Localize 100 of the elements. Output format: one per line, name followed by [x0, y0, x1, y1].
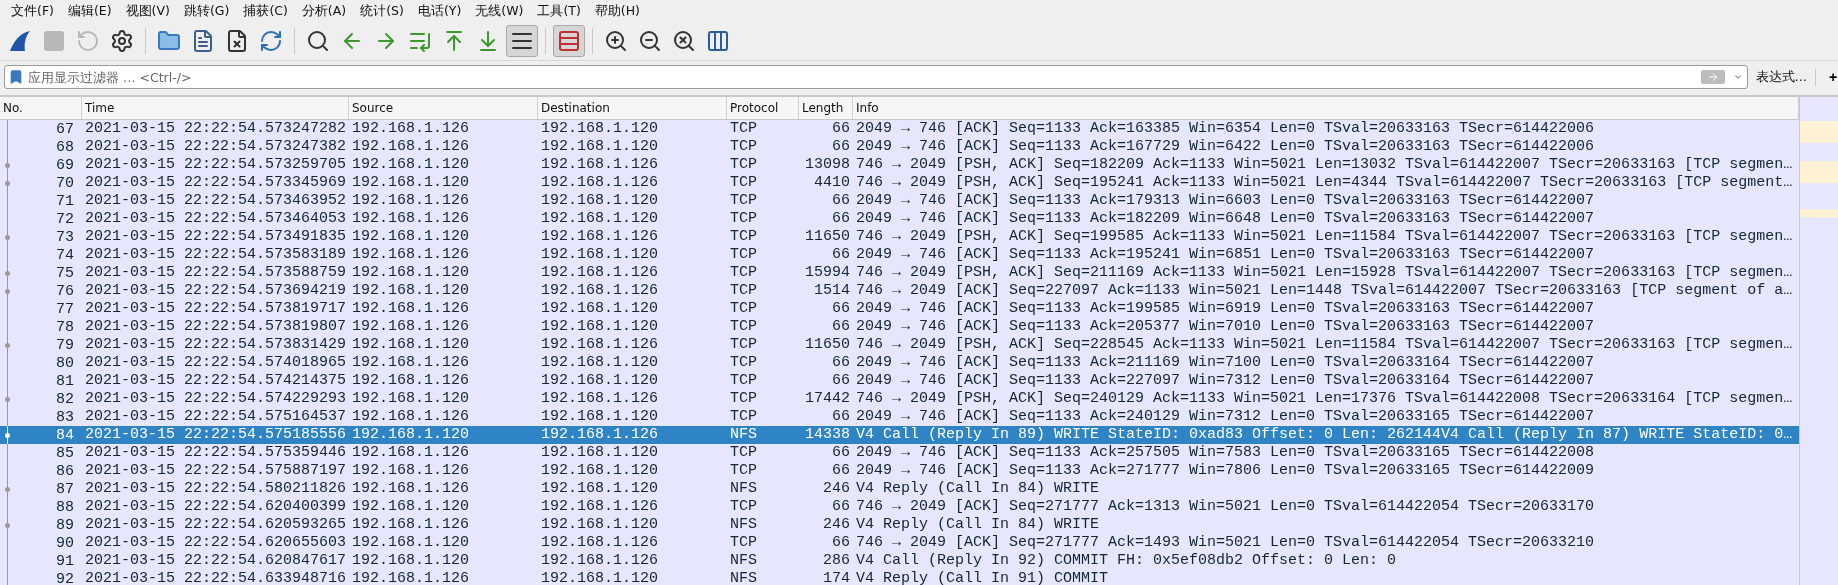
- packet-row[interactable]: 75 2021-03-15 22:22:54.573588759 192.168.1.120 192.168.1.126 TCP 15994 746 → 2049 [PSH, ACK] Seq=211169 Ack=1133 Win=5021 Len=15928 TSval=614422007 TSecr=20633163 [TCP segmen…: [0, 264, 1799, 282]
- expression-button[interactable]: 表达式…: [1753, 68, 1816, 86]
- colorize-icon: [557, 29, 581, 53]
- table-cell-text: 66: [831, 534, 851, 552]
- packet-row[interactable]: 92 2021-03-15 22:22:54.633948716 192.168.1.126 192.168.1.120 NFS 174 V4 Reply (Call In 91) COMMIT: [0, 570, 1799, 585]
- column-header[interactable]: Length: [799, 97, 853, 119]
- packet-number: 81: [55, 372, 75, 390]
- table-cell-text: 2049 → 746 [ACK] Seq=1133 Ack=182209 Win=6648 Len=0 TSval=20633163 TSecr=614422007: [855, 210, 1596, 228]
- menu-item[interactable]: 编辑(E): [60, 2, 119, 20]
- table-cell-text: NFS: [729, 552, 758, 570]
- table-cell-text: 192.168.1.126: [540, 174, 660, 192]
- table-cell-text: 192.168.1.120: [351, 264, 471, 282]
- packet-row[interactable]: 76 2021-03-15 22:22:54.573694219 192.168.1.120 192.168.1.126 TCP 1514 746 → 2049 [ACK] Seq=227097 Ack=1133 Win=5021 Len=1448 TSval=614422007 TSecr=20633163 [TCP segment of a…: [0, 282, 1799, 300]
- column-header[interactable]: Destination: [538, 97, 727, 119]
- column-header[interactable]: Source: [349, 97, 538, 119]
- menu-item[interactable]: 电话(Y): [410, 2, 469, 20]
- table-cell-text: 2021-03-15 22:22:54.573819717: [84, 300, 348, 318]
- packet-row[interactable]: 81 2021-03-15 22:22:54.574214375 192.168.1.126 192.168.1.120 TCP 66 2049 → 746 [ACK] Seq=1133 Ack=227097 Win=7312 Len=0 TSval=20633164 TSecr=614422007: [0, 372, 1799, 390]
- packet-row[interactable]: 84 2021-03-15 22:22:54.575185556 192.168.1.120 192.168.1.126 NFS 14338 V4 Call (Reply In 89) WRITE StateID: 0xad83 Offset: 0 Len: 262144V4 Call (Reply In 87) WRITE StateID: 0…: [0, 426, 1799, 444]
- menu-item[interactable]: 视图(V): [118, 2, 177, 20]
- packet-row[interactable]: 90 2021-03-15 22:22:54.620655603 192.168.1.120 192.168.1.126 TCP 66 746 → 2049 [ACK] Seq=271777 Ack=1493 Win=5021 Len=0 TSval=614422054 TSecr=20633210: [0, 534, 1799, 552]
- table-cell-text: 2021-03-15 22:22:54.574229293: [84, 390, 348, 408]
- resize-columns-icon: [706, 29, 730, 53]
- menu-item[interactable]: 无线(W): [468, 2, 531, 20]
- menu-item[interactable]: 统计(S): [353, 2, 411, 20]
- table-cell-text: 746 → 2049 [PSH, ACK] Seq=182209 Ack=1133 Win=5021 Len=13032 TSval=614422007 TSecr=20633163 [TCP segmen…: [855, 156, 1794, 174]
- table-cell-text: TCP: [729, 318, 758, 336]
- folder-icon: [157, 29, 181, 53]
- table-cell-text: 2021-03-15 22:22:54.575185556: [84, 426, 348, 444]
- table-cell-text: 66: [831, 444, 851, 462]
- table-cell-text: 192.168.1.120: [540, 318, 660, 336]
- table-cell-text: 13098: [804, 156, 851, 174]
- table-cell-text: TCP: [729, 156, 758, 174]
- packet-row[interactable]: 71 2021-03-15 22:22:54.573463952 192.168.1.126 192.168.1.120 TCP 66 2049 → 746 [ACK] Seq=1133 Ack=179313 Win=6603 Len=0 TSval=20633163 TSecr=614422007: [0, 192, 1799, 210]
- table-cell-text: V4 Call (Reply In 92) COMMIT FH: 0x5ef08db2 Offset: 0 Len: 0: [855, 552, 1398, 570]
- packet-row[interactable]: 74 2021-03-15 22:22:54.573583189 192.168.1.126 192.168.1.120 TCP 66 2049 → 746 [ACK] Seq=1133 Ack=195241 Win=6851 Len=0 TSval=20633163 TSecr=614422007: [0, 246, 1799, 264]
- table-cell-text: 2049 → 746 [ACK] Seq=1133 Ack=195241 Win=6851 Len=0 TSval=20633163 TSecr=614422007: [855, 246, 1596, 264]
- table-cell-text: 2021-03-15 22:22:54.573464053: [84, 210, 348, 228]
- packet-row[interactable]: 73 2021-03-15 22:22:54.573491835 192.168.1.120 192.168.1.126 TCP 11650 746 → 2049 [PSH, ACK] Seq=199585 Ack=1133 Win=5021 Len=11584 TSval=614422007 TSecr=20633163 [TCP segmen…: [0, 228, 1799, 246]
- table-cell-text: 246: [822, 516, 851, 534]
- table-cell-text: 2021-03-15 22:22:54.573831429: [84, 336, 348, 354]
- menu-item[interactable]: 捕获(C): [236, 2, 295, 20]
- table-cell-text: 192.168.1.120: [351, 336, 471, 354]
- bookmark-icon: [8, 69, 24, 85]
- table-cell-text: 746 → 2049 [ACK] Seq=227097 Ack=1133 Win=5021 Len=1448 TSval=614422007 TSecr=20633163 [TCP segment of a…: [855, 282, 1794, 300]
- table-cell-text: 246: [822, 480, 851, 498]
- table-cell-text: NFS: [729, 426, 758, 444]
- table-cell-text: 2021-03-15 22:22:54.575887197: [84, 462, 348, 480]
- table-cell-text: 192.168.1.126: [351, 444, 471, 462]
- packet-row[interactable]: 89 2021-03-15 22:22:54.620593265 192.168.1.126 192.168.1.120 NFS 246 V4 Reply (Call In 84) WRITE: [0, 516, 1799, 534]
- column-header[interactable]: Protocol: [727, 97, 799, 119]
- packet-number: 72: [55, 210, 75, 228]
- table-cell-text: 192.168.1.126: [540, 390, 660, 408]
- packet-row[interactable]: 86 2021-03-15 22:22:54.575887197 192.168.1.126 192.168.1.120 TCP 66 2049 → 746 [ACK] Seq=1133 Ack=271777 Win=7806 Len=0 TSval=20633165 TSecr=614422009: [0, 462, 1799, 480]
- table-cell-text: 2021-03-15 22:22:54.620847617: [84, 552, 348, 570]
- menu-item[interactable]: 文件(F): [4, 2, 61, 20]
- display-filter-field[interactable]: 应用显示过滤器 … <Ctrl-/>: [24, 69, 1701, 85]
- packet-row[interactable]: 88 2021-03-15 22:22:54.620400399 192.168.1.120 192.168.1.126 TCP 66 746 → 2049 [ACK] Seq=271777 Ack=1313 Win=5021 Len=0 TSval=614422054 TSecr=20633170: [0, 498, 1799, 516]
- table-cell-text: 2021-03-15 22:22:54.574018965: [84, 354, 348, 372]
- table-cell-text: 2021-03-15 22:22:54.620655603: [84, 534, 348, 552]
- packet-row[interactable]: 69 2021-03-15 22:22:54.573259705 192.168.1.120 192.168.1.126 TCP 13098 746 → 2049 [PSH, ACK] Seq=182209 Ack=1133 Win=5021 Len=13032 TSval=614422007 TSecr=20633163 [TCP segmen…: [0, 156, 1799, 174]
- column-header[interactable]: Time: [82, 97, 349, 119]
- packet-row[interactable]: 68 2021-03-15 22:22:54.573247382 192.168.1.126 192.168.1.120 TCP 66 2049 → 746 [ACK] Seq=1133 Ack=167729 Win=6422 Len=0 TSval=20633163 TSecr=614422006: [0, 138, 1799, 156]
- table-cell-text: TCP: [729, 534, 758, 552]
- table-cell-text: 192.168.1.120: [540, 210, 660, 228]
- toolbar-button[interactable]: [506, 25, 538, 57]
- packet-row[interactable]: 72 2021-03-15 22:22:54.573464053 192.168.1.126 192.168.1.120 TCP 66 2049 → 746 [ACK] Seq=1133 Ack=182209 Win=6648 Len=0 TSval=20633163 TSecr=614422007: [0, 210, 1799, 228]
- menu-item[interactable]: 帮助(H): [587, 2, 647, 20]
- table-cell-text: 66: [831, 138, 851, 156]
- table-cell-text: 192.168.1.126: [540, 264, 660, 282]
- table-cell-text: TCP: [729, 372, 758, 390]
- add-filter-button[interactable]: +: [1822, 69, 1838, 85]
- table-cell-text: 192.168.1.126: [540, 534, 660, 552]
- packet-number: 87: [55, 480, 75, 498]
- packet-row[interactable]: 67 2021-03-15 22:22:54.573247282 192.168.1.126 192.168.1.120 TCP 66 2049 → 746 [ACK] Seq=1133 Ack=163385 Win=6354 Len=0 TSval=20633163 TSecr=614422006: [0, 120, 1799, 138]
- filter-field-frame[interactable]: 应用显示过滤器 … <Ctrl-/>: [4, 65, 1748, 89]
- table-cell-text: 2021-03-15 22:22:54.573694219: [84, 282, 348, 300]
- packet-row[interactable]: 83 2021-03-15 22:22:54.575164537 192.168.1.126 192.168.1.120 TCP 66 2049 → 746 [ACK] Seq=1133 Ack=240129 Win=7312 Len=0 TSval=20633165 TSecr=614422007: [0, 408, 1799, 426]
- packet-row[interactable]: 80 2021-03-15 22:22:54.574018965 192.168.1.126 192.168.1.120 TCP 66 2049 → 746 [ACK] Seq=1133 Ack=211169 Win=7100 Len=0 TSval=20633164 TSecr=614422007: [0, 354, 1799, 372]
- column-header[interactable]: No.: [0, 97, 82, 119]
- table-cell-text: 192.168.1.126: [351, 120, 471, 138]
- reload-icon: [259, 29, 283, 53]
- packet-row[interactable]: 85 2021-03-15 22:22:54.575359446 192.168.1.126 192.168.1.120 TCP 66 2049 → 746 [ACK] Seq=1133 Ack=257505 Win=7583 Len=0 TSval=20633165 TSecr=614422008: [0, 444, 1799, 462]
- packet-row[interactable]: 82 2021-03-15 22:22:54.574229293 192.168.1.120 192.168.1.126 TCP 17442 746 → 2049 [PSH, ACK] Seq=240129 Ack=1133 Win=5021 Len=17376 TSval=614422008 TSecr=20633164 [TCP segmen…: [0, 390, 1799, 408]
- menu-item[interactable]: 跳转(G): [176, 2, 237, 20]
- packet-row[interactable]: 77 2021-03-15 22:22:54.573819717 192.168.1.126 192.168.1.120 TCP 66 2049 → 746 [ACK] Seq=1133 Ack=199585 Win=6919 Len=0 TSval=20633163 TSecr=614422007: [0, 300, 1799, 318]
- table-cell-text: 2049 → 746 [ACK] Seq=1133 Ack=205377 Win=7010 Len=0 TSval=20633163 TSecr=614422007: [855, 318, 1596, 336]
- packet-number: 74: [55, 246, 75, 264]
- table-cell-text: 192.168.1.120: [540, 408, 660, 426]
- packet-row[interactable]: 79 2021-03-15 22:22:54.573831429 192.168.1.120 192.168.1.126 TCP 11650 746 → 2049 [PSH, ACK] Seq=228545 Ack=1133 Win=5021 Len=11584 TSval=614422007 TSecr=20633163 [TCP segmen…: [0, 336, 1799, 354]
- packet-row[interactable]: 91 2021-03-15 22:22:54.620847617 192.168.1.120 192.168.1.126 NFS 286 V4 Call (Reply In 92) COMMIT FH: 0x5ef08db2 Offset: 0 Len: 0: [0, 552, 1799, 570]
- menu-item[interactable]: 工具(T): [530, 2, 588, 20]
- packet-row[interactable]: 87 2021-03-15 22:22:54.580211826 192.168.1.126 192.168.1.120 NFS 246 V4 Reply (Call In 84) WRITE: [0, 480, 1799, 498]
- packet-row[interactable]: 70 2021-03-15 22:22:54.573345969 192.168.1.120 192.168.1.126 TCP 4410 746 → 2049 [PSH, ACK] Seq=195241 Ack=1133 Win=5021 Len=4344 TSval=614422007 TSecr=20633163 [TCP segment…: [0, 174, 1799, 192]
- packet-number: 86: [55, 462, 75, 480]
- column-header[interactable]: Info: [853, 97, 1799, 119]
- table-cell-text: 2049 → 746 [ACK] Seq=1133 Ack=211169 Win=7100 Len=0 TSval=20633164 TSecr=614422007: [855, 354, 1596, 372]
- menu-item[interactable]: 分析(A): [294, 2, 354, 20]
- packet-row[interactable]: 78 2021-03-15 22:22:54.573819807 192.168.1.126 192.168.1.120 TCP 66 2049 → 746 [ACK] Seq=1133 Ack=205377 Win=7010 Len=0 TSval=20633163 TSecr=614422007: [0, 318, 1799, 336]
- table-cell-text: 2049 → 746 [ACK] Seq=1133 Ack=163385 Win=6354 Len=0 TSval=20633163 TSecr=614422006: [855, 120, 1596, 138]
